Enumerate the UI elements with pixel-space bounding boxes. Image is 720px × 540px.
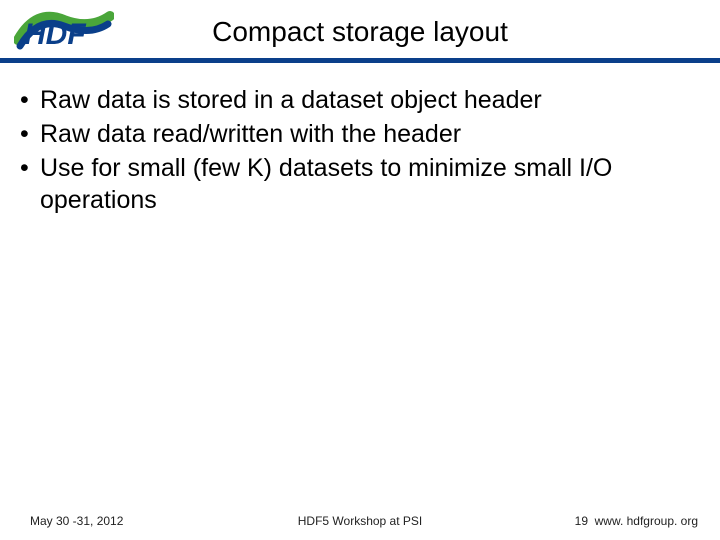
- slide-header: HDF Compact storage layout: [0, 0, 720, 60]
- slide-footer: May 30 -31, 2012 HDF5 Workshop at PSI 19…: [0, 506, 720, 528]
- title-underline: [0, 58, 720, 63]
- bullet-list: • Raw data is stored in a dataset object…: [20, 84, 696, 216]
- slide: HDF Compact storage layout • Raw data is…: [0, 0, 720, 540]
- bullet-icon: •: [20, 84, 40, 116]
- footer-page-number: 19: [575, 514, 588, 528]
- slide-body: • Raw data is stored in a dataset object…: [20, 84, 696, 218]
- bullet-text: Raw data read/written with the header: [40, 118, 696, 150]
- list-item: • Raw data read/written with the header: [20, 118, 696, 150]
- list-item: • Use for small (few K) datasets to mini…: [20, 152, 696, 216]
- bullet-text: Raw data is stored in a dataset object h…: [40, 84, 696, 116]
- list-item: • Raw data is stored in a dataset object…: [20, 84, 696, 116]
- footer-url: www. hdfgroup. org: [595, 514, 698, 528]
- bullet-icon: •: [20, 118, 40, 150]
- bullet-icon: •: [20, 152, 40, 216]
- slide-title: Compact storage layout: [0, 16, 720, 48]
- bullet-text: Use for small (few K) datasets to minimi…: [40, 152, 696, 216]
